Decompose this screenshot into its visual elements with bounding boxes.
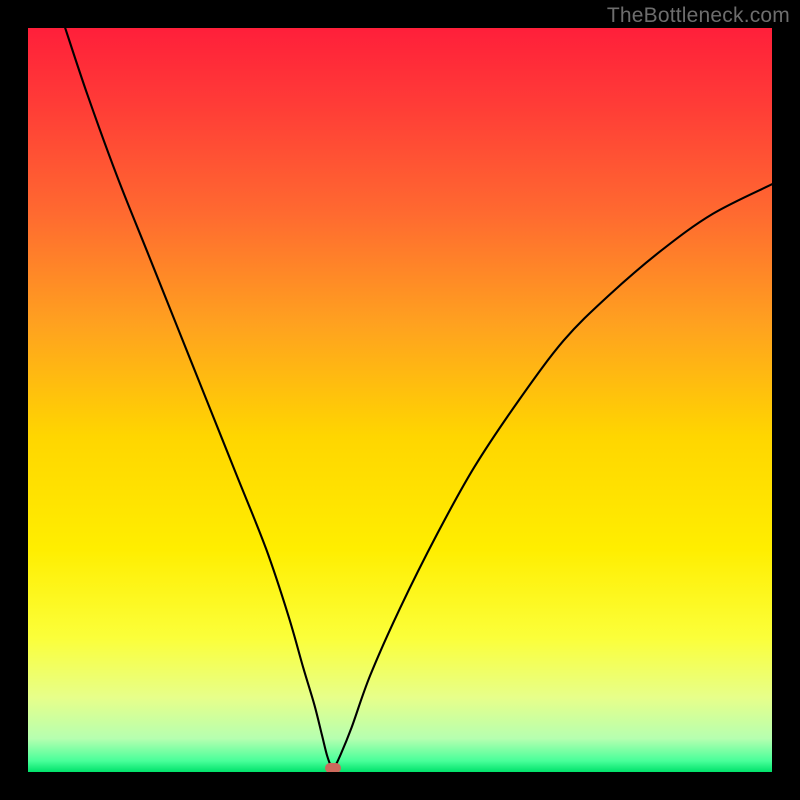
optimal-point-marker xyxy=(325,763,341,772)
chart-frame: TheBottleneck.com xyxy=(0,0,800,800)
plot-area xyxy=(28,28,772,772)
watermark-text: TheBottleneck.com xyxy=(607,4,790,28)
bottleneck-curve xyxy=(28,28,772,772)
